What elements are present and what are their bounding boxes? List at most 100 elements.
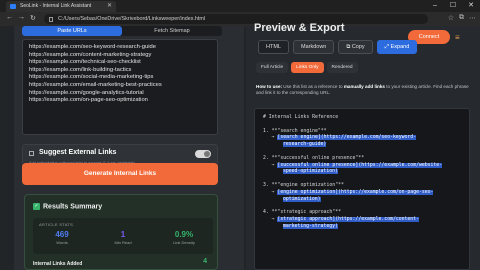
code-text: → [263, 135, 278, 141]
url-line: https://example.com/email-marketing-best… [29, 81, 162, 88]
links-created-value: 4 [203, 258, 207, 265]
star-icon[interactable]: ☆ [448, 14, 454, 22]
links-reference-output[interactable]: # Internal Links Reference 1. **"search … [254, 108, 470, 270]
url-line: https://example.com/on-page-seo-optimiza… [29, 97, 148, 104]
close-window-icon[interactable]: ✕ [462, 0, 480, 12]
links-only-tab[interactable]: Links Only [291, 62, 324, 73]
selected-link-text: research-guide) [283, 142, 327, 148]
address-row: ← → ↻ C:/Users/Sebas/OneDrive/Skrivebord… [0, 12, 480, 26]
results-title: Results Summary [43, 203, 103, 211]
url-line: https://example.com/technical-seo-checkl… [29, 59, 141, 66]
minimize-icon[interactable]: – [426, 0, 444, 12]
paste-urls-tab[interactable]: Paste URLs [22, 26, 122, 36]
copy-label: Copy [351, 44, 365, 50]
urls-textarea[interactable]: https://example.com/seo-keyword-research… [22, 39, 218, 135]
code-line: 2. **"successful online presence"** [263, 156, 461, 163]
markdown-tab[interactable]: Markdown [292, 40, 335, 54]
browser-chrome: SeoLink - Internal Link Assistant ✕ – ☐ … [0, 0, 480, 26]
code-line [263, 149, 461, 156]
suggest-checkbox[interactable] [29, 151, 34, 156]
tab-title: SeoLink - Internal Link Assistant [20, 3, 92, 9]
browser-toolbar-icons: ☆ ⧉ ⋯ [448, 14, 476, 22]
code-line: marketing-strategy) [263, 223, 461, 231]
url-source-toggle: Paste URLs Fetch Sitemap [22, 26, 222, 36]
connect-label: Connect [418, 34, 440, 40]
hamburger-menu-icon[interactable]: ≡ [455, 33, 460, 42]
toggle-knob [204, 151, 210, 157]
results-summary: ✓ Results Summary ARTICLE STATS 469 Words… [24, 194, 218, 270]
results-header: ✓ Results Summary [33, 203, 102, 210]
stat-min-read: 1 Min Read [98, 230, 148, 245]
suggest-title: Suggest External Links [39, 149, 117, 156]
check-icon: ✓ [33, 203, 40, 210]
code-line [263, 176, 461, 183]
fetch-sitemap-tab[interactable]: Fetch Sitemap [122, 26, 222, 36]
code-line: 4. **"strategic approach"** [263, 210, 461, 217]
selected-link-text: [strategic approach](https://example.com… [277, 216, 419, 222]
stat-value: 1 [120, 230, 126, 239]
stat-value: 469 [55, 230, 69, 239]
stat-label: Link Density [173, 240, 195, 245]
selected-link-text: [search engine](https://example.com/seo-… [277, 135, 417, 141]
preview-title: Preview & Export [254, 22, 345, 34]
code-line [263, 122, 461, 129]
browser-tab[interactable]: SeoLink - Internal Link Assistant ✕ [6, 1, 116, 12]
expand-button[interactable]: ⤢ Expand [376, 40, 418, 54]
html-tab[interactable]: HTML [258, 40, 289, 54]
code-text: 1. **"search engine"** [263, 128, 327, 134]
copy-button[interactable]: ⧉ Copy [338, 40, 373, 54]
article-stats-label: ARTICLE STATS [39, 222, 74, 227]
code-line: → [engine optimization](https://example.… [263, 189, 461, 197]
url-line: https://example.com/google-analytics-tut… [29, 89, 144, 96]
forward-icon[interactable]: → [18, 14, 25, 21]
reload-icon[interactable]: ↻ [30, 14, 36, 22]
stat-label: Words [56, 240, 68, 245]
format-tabs: HTML Markdown ⧉ Copy ⤢ Expand [258, 40, 418, 54]
expand-label: Expand [390, 44, 410, 50]
url-text: C:/Users/Sebas/OneDrive/Skrivebord/Links… [58, 16, 206, 22]
url-line: https://example.com/link-building-tactic… [29, 66, 132, 73]
instructions-body: Use this list as a reference to [282, 84, 344, 89]
menu-icon[interactable]: ⋯ [469, 14, 476, 22]
selected-link-text: [successful online presence](https://exa… [277, 162, 443, 168]
view-tabs: Full Article Links Only Rendered [256, 62, 358, 73]
address-bar[interactable]: C:/Users/Sebas/OneDrive/Skrivebord/Links… [44, 14, 428, 24]
code-line: speed-optimization) [263, 169, 461, 176]
stat-words: 469 Words [37, 230, 87, 245]
back-icon[interactable]: ← [6, 14, 13, 21]
code-line: → [strategic approach](https://example.c… [263, 216, 461, 224]
code-text: → [263, 162, 278, 168]
stat-link-density: 0.9% Link Density [159, 230, 209, 245]
links-created-label: Internal Links Added [33, 261, 83, 267]
maximize-icon[interactable]: ☐ [444, 0, 462, 12]
file-icon [49, 17, 53, 22]
generate-internal-links-button[interactable]: Generate Internal Links [22, 163, 218, 185]
article-stats: ARTICLE STATS 469 Words 1 Min Read 0.9% … [33, 218, 213, 254]
stat-label: Min Read [114, 240, 132, 245]
url-line: https://example.com/content-marketing-st… [29, 51, 152, 58]
instructions-bold: manually add links [343, 84, 385, 89]
suggest-toggle[interactable] [195, 150, 211, 158]
selected-link-text: [engine optimization](https://example.co… [277, 189, 434, 195]
code-text: → [263, 189, 278, 195]
selected-link-text: speed-optimization) [283, 169, 338, 175]
url-line: https://example.com/social-media-marketi… [29, 74, 154, 81]
extensions-icon[interactable]: ⧉ [459, 14, 464, 22]
window-controls: – ☐ ✕ [426, 0, 480, 12]
code-text: → [263, 216, 278, 222]
close-tab-icon[interactable]: ✕ [107, 1, 112, 12]
site-favicon-icon [10, 4, 16, 9]
instructions-prefix: How to use: [256, 84, 283, 89]
stat-value: 0.9% [174, 230, 194, 239]
code-line: 3. **"engine optimization"** [263, 183, 461, 190]
selected-link-text: optimization) [283, 196, 321, 202]
code-text: 4. **"strategic approach"** [263, 210, 341, 216]
usage-instructions: How to use: Use this list as a reference… [256, 84, 470, 102]
code-text: # Internal Links Reference [263, 115, 339, 120]
full-article-tab[interactable]: Full Article [256, 62, 289, 73]
rendered-tab[interactable]: Rendered [326, 62, 358, 73]
